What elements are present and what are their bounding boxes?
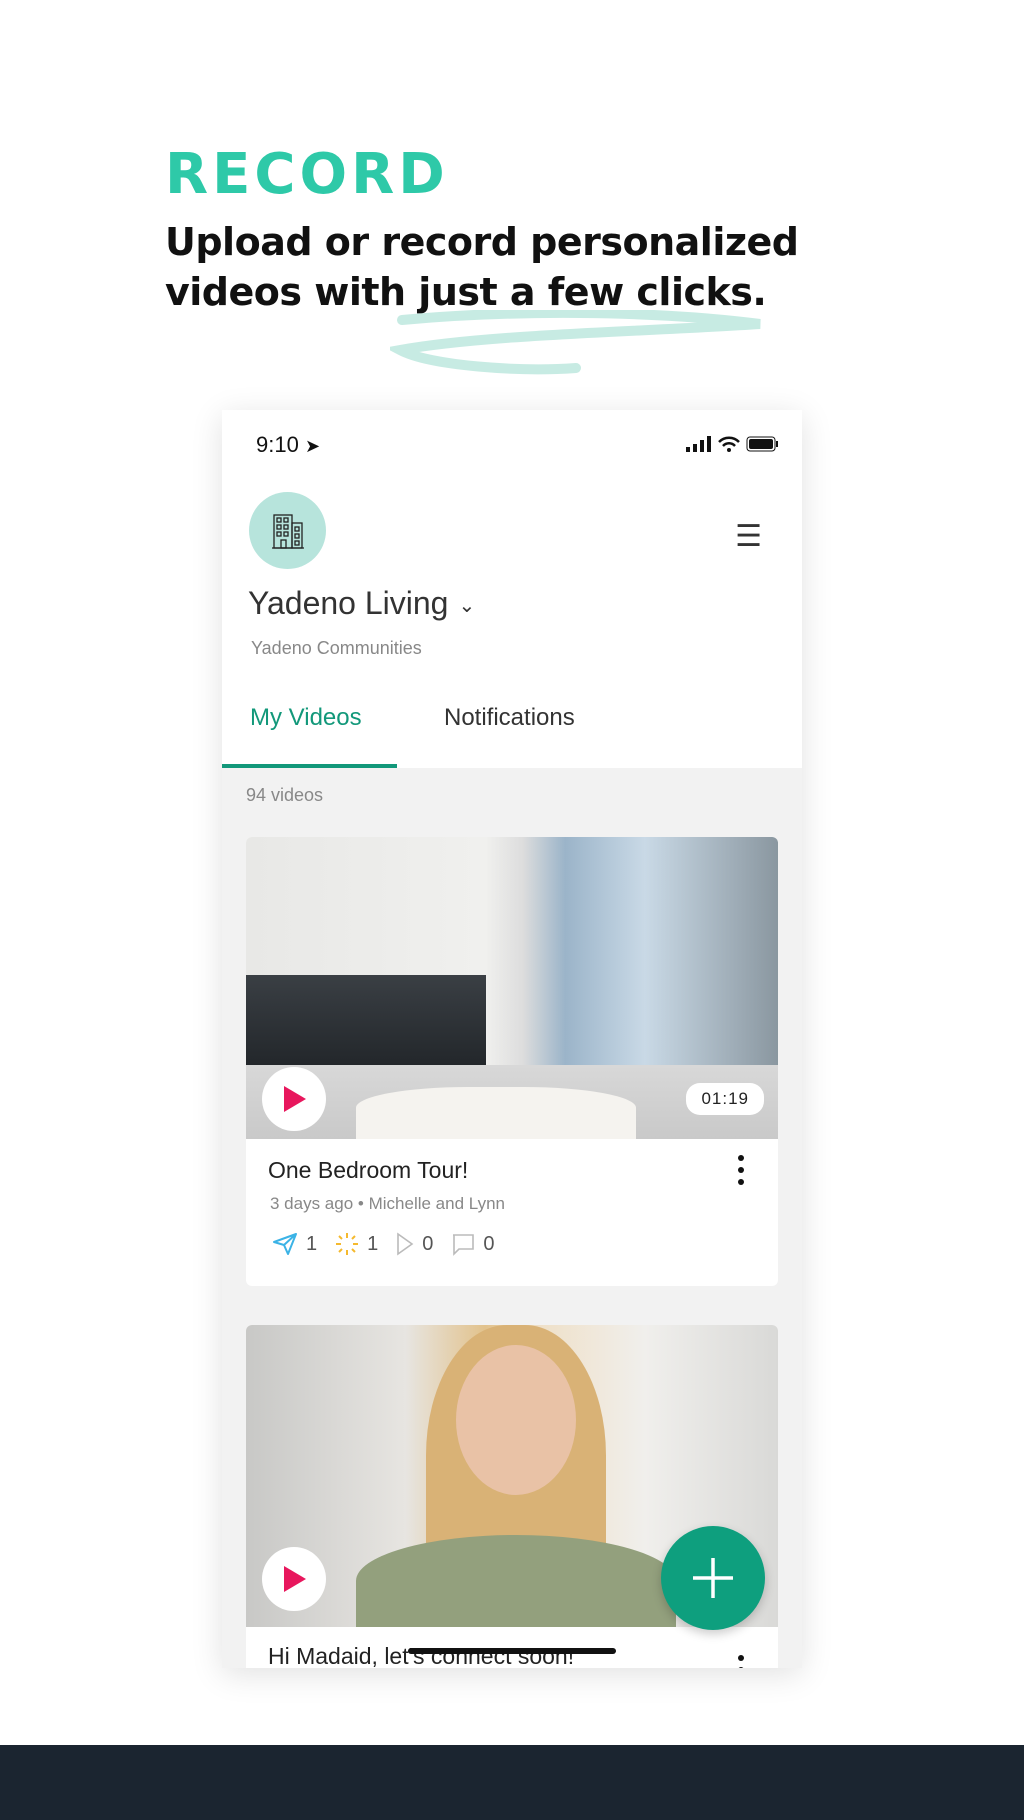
video-title[interactable]: One Bedroom Tour! (268, 1157, 468, 1184)
location-arrow-icon: ➤ (304, 436, 321, 456)
org-name: Yadeno Living (248, 585, 449, 621)
hamburger-icon[interactable]: ☰ (735, 522, 762, 552)
views-count: 0 (422, 1232, 434, 1255)
plus-icon (693, 1558, 733, 1598)
video-count: 94 videos (222, 768, 802, 823)
org-subtitle: Yadeno Communities (251, 638, 422, 658)
add-video-button[interactable] (661, 1526, 765, 1630)
comment-icon (453, 1234, 475, 1256)
video-thumbnail[interactable]: 01:19 (246, 837, 778, 1139)
more-options-icon[interactable] (738, 1155, 744, 1185)
comments-stat: 0 (451, 1232, 495, 1256)
hero-line-2: videos with just a few clicks. (165, 270, 767, 314)
status-time: 9:10 ➤ (256, 432, 320, 458)
cabinet (246, 975, 486, 1065)
wifi-icon (718, 436, 740, 452)
phone-screen: 9:10 ➤ ☰ Yadeno Living ⌄ Yadeno Communiti… (222, 410, 802, 1668)
play-button[interactable] (262, 1547, 326, 1611)
home-indicator (408, 1648, 616, 1654)
views-stat: 0 (396, 1232, 433, 1256)
face (456, 1345, 576, 1495)
hero-kicker: RECORD (165, 142, 449, 207)
more-options-icon[interactable] (738, 1655, 744, 1668)
chevron-down-icon: ⌄ (458, 595, 476, 618)
building-icon (271, 513, 304, 549)
send-icon (273, 1233, 297, 1255)
org-avatar[interactable] (249, 492, 326, 569)
signal-icon (686, 436, 711, 452)
video-title[interactable]: Hi Madaid, let's connect soon! (268, 1643, 574, 1668)
battery-icon (746, 436, 778, 452)
sweater (356, 1535, 676, 1627)
video-author: Michelle and Lynn (368, 1194, 505, 1213)
reactions-stat: 1 (335, 1232, 378, 1256)
video-meta: 3 days ago • Michelle and Lynn (270, 1194, 505, 1213)
video-card[interactable]: 01:19 One Bedroom Tour! 3 days ago • Mic… (246, 837, 778, 1286)
rug (356, 1087, 636, 1139)
sent-stat: 1 (272, 1232, 317, 1256)
comments-count: 0 (483, 1232, 495, 1255)
tab-notifications[interactable]: Notifications (444, 704, 575, 732)
status-icons (686, 436, 780, 452)
play-outline-icon (397, 1232, 414, 1256)
org-switcher[interactable]: Yadeno Living ⌄ (248, 585, 475, 622)
footer-band (0, 1745, 1024, 1820)
play-button[interactable] (262, 1067, 326, 1131)
sent-count: 1 (306, 1232, 318, 1255)
play-icon (284, 1566, 306, 1592)
app-header: 9:10 ➤ ☰ Yadeno Living ⌄ Yadeno Communiti… (222, 410, 802, 768)
play-icon (284, 1086, 306, 1112)
reactions-count: 1 (367, 1232, 379, 1255)
hero-line-1: Upload or record personalized (165, 220, 799, 264)
time-text: 9:10 (256, 432, 299, 457)
video-stats: 1 1 0 0 (272, 1232, 495, 1256)
duration-badge: 01:19 (686, 1083, 764, 1115)
tab-my-videos[interactable]: My Videos (250, 704, 362, 732)
active-tab-indicator (222, 764, 397, 768)
underline-squiggle (390, 310, 761, 375)
sparkle-icon (336, 1233, 359, 1255)
video-age: 3 days ago (270, 1194, 354, 1213)
